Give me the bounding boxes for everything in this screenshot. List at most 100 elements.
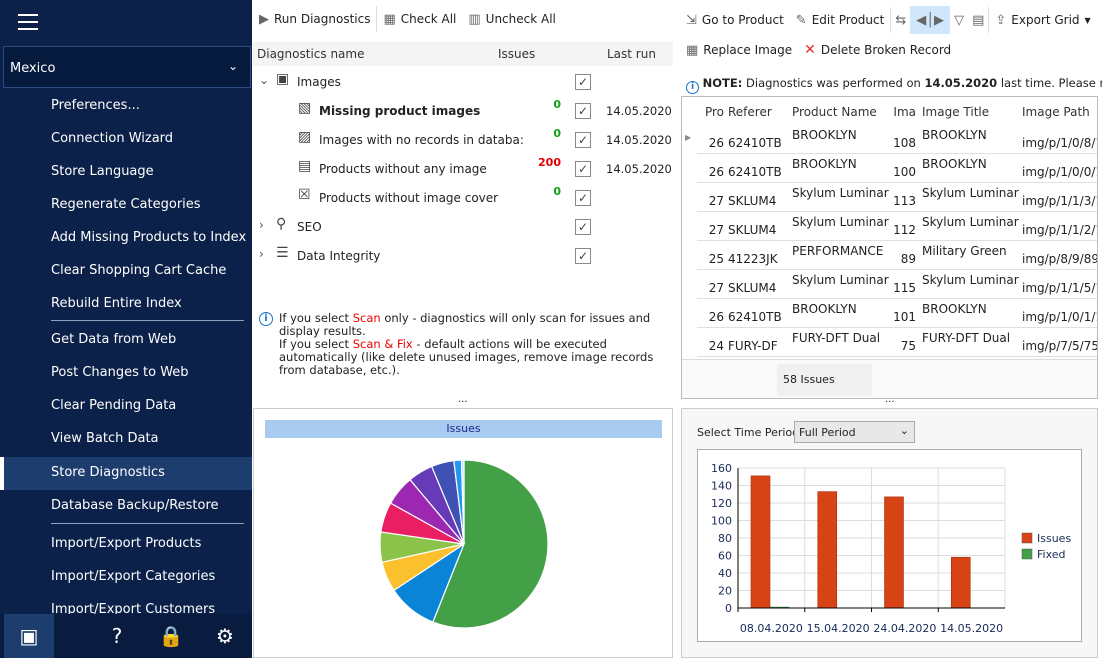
chevron-right-icon[interactable]: › (259, 218, 264, 232)
chevron-down-icon[interactable]: ⌄ (259, 73, 269, 87)
column-resize-icon: ◀│▶ (916, 12, 945, 28)
y-tick-label: 140 (711, 480, 732, 493)
diagnostic-row[interactable]: ☒ Products without image cover 0 ✓ (253, 183, 673, 212)
search-icon: ⚲ (276, 216, 287, 232)
sidebar-item[interactable]: View Batch Data (0, 423, 252, 456)
grid-row[interactable]: 27 SKLUM4 Skylum Luminar 4 113 Skylum Lumina… (697, 183, 1097, 212)
uncheck-all-button[interactable]: ▥ Uncheck All (462, 5, 562, 33)
grid-cell: img/p/7/5/75.jpg (1022, 339, 1098, 353)
diagnostic-row[interactable]: ▤ Products without any image 200 ✓ 14.05… (253, 154, 673, 183)
diagnostic-checkbox[interactable]: ✓ (575, 219, 591, 235)
sidebar-item[interactable]: Rebuild Entire Index (0, 288, 252, 321)
grid-cell: 62410TB (728, 136, 782, 150)
replace-image-button[interactable]: ▦ Replace Image (680, 36, 798, 64)
grid-row[interactable]: 26 62410TB BROOKLYN 100 BROOKLYN img/p/1/0/0/… (697, 154, 1097, 183)
y-tick-label: 20 (718, 585, 732, 598)
grid-row[interactable]: 24 FURY-DF FURY-DFT Dual 75 FURY-DFT Dual img… (697, 328, 1097, 357)
lock-icon[interactable]: 🔒 (146, 614, 196, 658)
sidebar-item[interactable]: Database Backup/Restore (0, 490, 252, 523)
sidebar-item[interactable]: Import/Export Categories (0, 561, 252, 594)
bar-chart: 0 20 40 60 80 100 120 140 160 08.04.2020 15.04.202… (697, 449, 1082, 642)
sidebar-item[interactable]: Regenerate Categories (0, 189, 252, 222)
diagnostic-row[interactable]: ▧ Missing product images 0 ✓ 14.05.2020 (253, 96, 673, 125)
sidebar-item[interactable]: Clear Pending Data (0, 390, 252, 423)
grid-cell: 115 (893, 281, 916, 295)
grid-row[interactable]: ▶ 26 62410TB BROOKLYN 108 BROOKLYN img/p/1/0/8… (685, 125, 1097, 154)
grid-cell: Skylum Luminar 4 (922, 273, 1022, 287)
info-icon: i (686, 81, 699, 94)
sidebar-item[interactable]: Import/Export Products (0, 528, 252, 561)
edit-product-button[interactable]: ✎ Edit Product (790, 6, 891, 34)
grid-row[interactable]: 27 SKLUM4 Skylum Luminar 4 112 Skylum Lumina… (697, 212, 1097, 241)
diagnostic-checkbox[interactable]: ✓ (575, 103, 591, 119)
gear-icon[interactable]: ⚙ (200, 614, 250, 658)
grid-row[interactable]: 26 62410TB BROOKLYN 101 BROOKLYN img/p/1/0/1/… (697, 299, 1097, 328)
diagnostic-name: Data Integrity (297, 249, 381, 263)
sidebar-item[interactable]: Clear Shopping Cart Cache (0, 255, 252, 288)
grid-column-header[interactable]: Image Title (922, 105, 1022, 119)
product-no-image-icon: ▤ (298, 158, 312, 174)
diagnostic-name: Products without image cover (319, 191, 499, 205)
diagnostic-checkbox[interactable]: ✓ (575, 132, 591, 148)
y-tick-label: 120 (711, 497, 732, 510)
delete-broken-record-button[interactable]: ✕ Delete Broken Record (798, 36, 957, 64)
store-icon[interactable]: ▣ (4, 614, 54, 658)
data-integrity-icon: ☰ (276, 245, 289, 261)
grid-row[interactable]: 27 SKLUM4 Skylum Luminar 4 115 Skylum Lumina… (697, 270, 1097, 299)
diagnostic-row[interactable]: ⌄ ▣ Images ✓ (253, 67, 673, 96)
period-select[interactable]: Full Period ⌄ (794, 421, 915, 443)
layout-button[interactable]: ▤ (968, 6, 988, 34)
store-selector[interactable]: Mexico ⌄ (3, 46, 251, 88)
menu-icon[interactable] (18, 14, 38, 30)
last-run: 14.05.2020 (606, 162, 672, 176)
diagnostic-row[interactable]: › ⚲ SEO ✓ (253, 212, 673, 241)
chevron-right-icon[interactable]: › (259, 247, 264, 261)
grid-cell: 100 (893, 165, 916, 179)
col-issues: Issues (498, 47, 536, 61)
diagnostic-name: Products without any image (319, 162, 487, 176)
diagnostic-checkbox[interactable]: ✓ (575, 74, 591, 90)
sidebar-item[interactable]: Preferences... (0, 90, 252, 123)
export-grid-button[interactable]: ⇪ Export Grid ▼ (989, 6, 1096, 34)
diagnostic-row[interactable]: ▨ Images with no records in databa: 0 ✓ … (253, 125, 673, 154)
sidebar-bottom-bar: ▣ ? 🔒 ⚙ (0, 614, 252, 658)
col-name: Diagnostics name (257, 47, 365, 61)
run-diagnostics-button[interactable]: ▶ Run Diagnostics (253, 5, 376, 33)
diagnostic-checkbox[interactable]: ✓ (575, 190, 591, 206)
diagnostic-checkbox[interactable]: ✓ (575, 161, 591, 177)
column-autosize-button[interactable]: ◀│▶ (910, 6, 951, 34)
store-name: Mexico (10, 61, 56, 76)
help-icon[interactable]: ? (92, 614, 142, 658)
filter-button[interactable]: ▽ (950, 6, 968, 34)
missing-image-icon: ▧ (298, 100, 312, 116)
legend-label: Fixed (1037, 548, 1066, 561)
grid-cell: 101 (893, 310, 916, 324)
splitter-handle[interactable]: ... (458, 394, 468, 405)
legend-swatch (1021, 532, 1033, 544)
grid-column-header[interactable]: Image Path (1022, 105, 1097, 119)
grid-row[interactable]: 25 41223JK PERFORMANCE 89 Military Green img/… (697, 241, 1097, 270)
no-cover-icon: ☒ (298, 187, 311, 203)
sidebar-item[interactable]: Connection Wizard (0, 123, 252, 156)
pie-chart (379, 459, 549, 629)
splitter-handle[interactable]: ... (885, 394, 895, 405)
grid-cell: 25 (708, 252, 724, 266)
grid-column-header[interactable]: Referer (728, 105, 790, 119)
sidebar-item[interactable]: Get Data from Web (0, 324, 252, 357)
grid-cell: 27 (708, 223, 724, 237)
fit-columns-button[interactable]: ⇆ (891, 6, 910, 34)
sidebar-item[interactable]: Add Missing Products to Index (0, 222, 252, 255)
issues-count: 58 Issues (777, 364, 872, 396)
check-all-button[interactable]: ▦ Check All (377, 5, 462, 33)
go-to-product-button[interactable]: ⇲ Go to Product (680, 6, 790, 34)
bar-issues (750, 475, 771, 609)
sidebar-item[interactable]: Store Diagnostics (0, 457, 252, 490)
diagnostic-name: Images with no records in databa: (319, 133, 524, 147)
pie-panel: Issues (253, 408, 673, 658)
grid-column-header[interactable]: Pro (700, 105, 727, 119)
sidebar-item[interactable]: Store Language (0, 156, 252, 189)
sidebar-item[interactable]: Post Changes to Web (0, 357, 252, 390)
diagnostic-checkbox[interactable]: ✓ (575, 248, 591, 264)
grid-column-header[interactable]: Ima (877, 105, 919, 119)
diagnostic-row[interactable]: › ☰ Data Integrity ✓ (253, 241, 673, 270)
